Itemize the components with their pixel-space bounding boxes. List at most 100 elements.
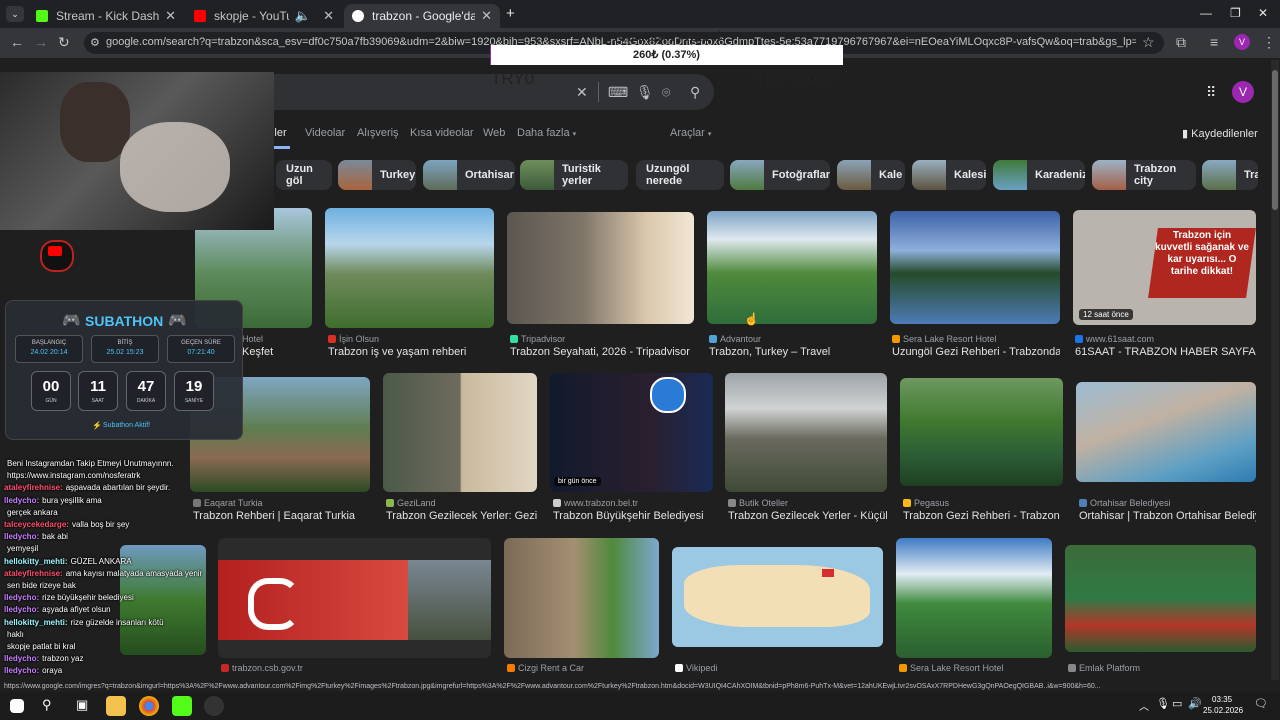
chip-ortahisar[interactable]: Ortahisar xyxy=(423,160,515,190)
clear-search-icon[interactable]: ✕ xyxy=(576,84,588,101)
chat-text: Beni Instagramdan Takip Etmeyi Unutmayın… xyxy=(7,459,174,468)
image-result[interactable] xyxy=(707,211,877,324)
result-caption[interactable]: Ortahisar | Trabzon Ortahisar Belediyesi xyxy=(1079,510,1256,522)
turkey-map-shape xyxy=(684,565,870,627)
image-result[interactable] xyxy=(325,208,494,328)
countdown-days: 00 GÜN xyxy=(31,371,71,411)
image-result[interactable] xyxy=(890,211,1060,324)
close-tab-icon[interactable]: ✕ xyxy=(323,8,334,24)
tab-youtube[interactable]: skopje - YouTube 🔈 ✕ xyxy=(186,4,342,28)
chip-kale[interactable]: Kale xyxy=(837,160,905,190)
tab-web[interactable]: Web xyxy=(483,127,505,139)
chip-uzungol-nerede[interactable]: Uzungöl nerede xyxy=(636,160,724,190)
result-caption[interactable]: Trabzon Gezilecek Yerler: Gezil... xyxy=(386,510,537,522)
image-result[interactable] xyxy=(1065,545,1256,652)
tab-search-icon[interactable]: ⌄ xyxy=(6,6,24,22)
chip-uzun-gol[interactable]: Uzun göl xyxy=(276,160,332,190)
chat-text: ama kayısı malatyada amasyada yenir xyxy=(65,568,203,578)
reload-icon[interactable]: ↻ xyxy=(58,34,70,51)
notification-icon[interactable]: 🗨 xyxy=(1254,697,1268,710)
taskbar-time[interactable]: 03:35 xyxy=(1212,695,1232,704)
volume-tray-icon[interactable]: 🔊 xyxy=(1188,697,1202,710)
result-caption[interactable]: Trabzon Seyahati, 2026 - Tripadvisor xyxy=(510,346,694,358)
new-tab-plus-icon[interactable]: + xyxy=(506,5,515,22)
tab-google-search[interactable]: trabzon - Google'da Ara ✕ xyxy=(344,4,500,28)
apps-grid-icon[interactable]: ⠿ xyxy=(1206,84,1216,101)
bookmark-star-icon[interactable]: ☆ xyxy=(1142,34,1155,51)
taskbar-search-icon[interactable]: ⚲ xyxy=(42,697,52,713)
image-result[interactable] xyxy=(504,538,659,658)
result-caption[interactable]: Keşfet xyxy=(242,346,312,358)
result-caption[interactable]: Trabzon Rehberi | Eaqarat Turkia xyxy=(193,510,370,522)
image-result[interactable] xyxy=(900,378,1063,486)
result-caption[interactable]: Uzungöl Gezi Rehberi - Trabzonda ... xyxy=(892,346,1060,358)
chip-karadeniz[interactable]: Karadeniz xyxy=(993,160,1085,190)
source-label: İşin Olsun xyxy=(339,334,380,344)
chat-message: sen bide rizeye bak xyxy=(4,581,76,590)
search-icon[interactable]: ⚲ xyxy=(690,84,700,101)
tab-shopping[interactable]: Alışveriş xyxy=(357,127,399,139)
maximize-icon[interactable]: ❐ xyxy=(1230,6,1241,20)
back-arrow-icon[interactable]: ← xyxy=(10,34,24,50)
windows-start-icon[interactable] xyxy=(10,699,24,713)
microphone-icon[interactable]: 🎙 xyxy=(636,84,654,101)
result-caption[interactable]: Trabzon iş ve yaşam rehberi xyxy=(328,346,494,358)
tray-chevron-icon[interactable]: ︿ xyxy=(1139,698,1149,713)
image-result[interactable] xyxy=(725,373,887,492)
chrome-icon[interactable] xyxy=(139,696,159,716)
image-result[interactable] xyxy=(1076,382,1256,482)
minimize-icon[interactable]: — xyxy=(1200,6,1212,20)
image-result[interactable] xyxy=(218,538,491,658)
saved-button[interactable]: ▮ Kaydedilenler xyxy=(1182,127,1258,140)
caret-down-icon: ▾ xyxy=(572,131,577,138)
chip-turkey[interactable]: Turkey xyxy=(338,160,416,190)
close-window-icon[interactable]: ✕ xyxy=(1258,6,1268,20)
profile-avatar[interactable]: V xyxy=(1234,34,1250,50)
tab-more[interactable]: Daha fazla ▾ xyxy=(517,127,576,139)
chat-message: Beni Instagramdan Takip Etmeyi Unutmayın… xyxy=(4,459,174,468)
close-tab-icon[interactable]: ✕ xyxy=(165,8,176,24)
chip-label: Uzun göl xyxy=(286,163,313,187)
lens-camera-icon[interactable]: ⌾ xyxy=(662,84,670,101)
result-caption[interactable]: Trabzon Gezi Rehberi - Trabzon Ş... xyxy=(903,510,1063,522)
kick-favicon-icon xyxy=(36,10,48,22)
tab-short-videos[interactable]: Kısa videolar xyxy=(410,127,474,139)
tools-button[interactable]: Araçlar ▾ xyxy=(670,127,711,139)
result-caption[interactable]: 61SAAT - TRABZON HABER SAYFASI xyxy=(1075,346,1256,358)
scrollbar-thumb[interactable] xyxy=(1272,70,1278,210)
image-result[interactable] xyxy=(383,373,537,492)
browser-menu-icon[interactable]: ⋮ xyxy=(1262,34,1276,51)
reading-list-icon[interactable]: ≡ xyxy=(1210,34,1218,50)
keyboard-icon[interactable]: ⌨ xyxy=(608,84,628,101)
result-caption[interactable]: Trabzon Büyükşehir Belediyesi xyxy=(553,510,713,522)
result-caption[interactable]: Trabzon Gezilecek Yerler - Küçük ... xyxy=(728,510,887,522)
extensions-icon[interactable]: ⧉ xyxy=(1176,34,1186,51)
result-caption[interactable]: Trabzon, Turkey – Travel xyxy=(709,346,877,358)
taskbar-date[interactable]: 25.02.2026 xyxy=(1203,706,1243,715)
news-image-result[interactable]: Trabzon için kuvvetli sağanak ve kar uya… xyxy=(1073,210,1256,325)
map-image-result[interactable] xyxy=(672,547,883,647)
task-view-icon[interactable]: ▣ xyxy=(76,697,88,713)
obs-icon[interactable] xyxy=(204,696,224,716)
google-account-avatar[interactable]: V xyxy=(1232,81,1254,103)
donation-amount: 260₺ (0.37%) xyxy=(633,49,700,61)
forward-arrow-icon[interactable]: → xyxy=(34,34,48,50)
tab-videos[interactable]: Videolar xyxy=(305,127,345,139)
chip-turistik-yerler[interactable]: Turistik yerler xyxy=(520,160,628,190)
chat-username: talceycekedarge: xyxy=(4,520,69,529)
image-result[interactable] xyxy=(896,538,1052,658)
chip-tra[interactable]: Tra xyxy=(1202,160,1258,190)
mute-tab-icon[interactable]: 🔈 xyxy=(295,8,311,24)
kick-app-icon[interactable] xyxy=(172,696,192,716)
file-explorer-icon[interactable] xyxy=(106,696,126,716)
image-result[interactable]: bir gün önce xyxy=(550,373,713,492)
site-info-icon[interactable]: ⚙ xyxy=(90,36,100,49)
chip-kalesi[interactable]: Kalesi xyxy=(912,160,986,190)
chip-fotograflari[interactable]: Fotoğrafları xyxy=(730,160,830,190)
close-tab-icon[interactable]: ✕ xyxy=(481,8,492,24)
mic-tray-icon[interactable]: 🎙 xyxy=(1156,697,1170,710)
image-result[interactable] xyxy=(507,212,694,324)
tab-kick-dashboard[interactable]: Stream - Kick Dashboard ✕ xyxy=(28,4,184,28)
chip-trabzon-city[interactable]: Trabzon city xyxy=(1092,160,1196,190)
network-tray-icon[interactable]: ▭ xyxy=(1172,697,1182,710)
